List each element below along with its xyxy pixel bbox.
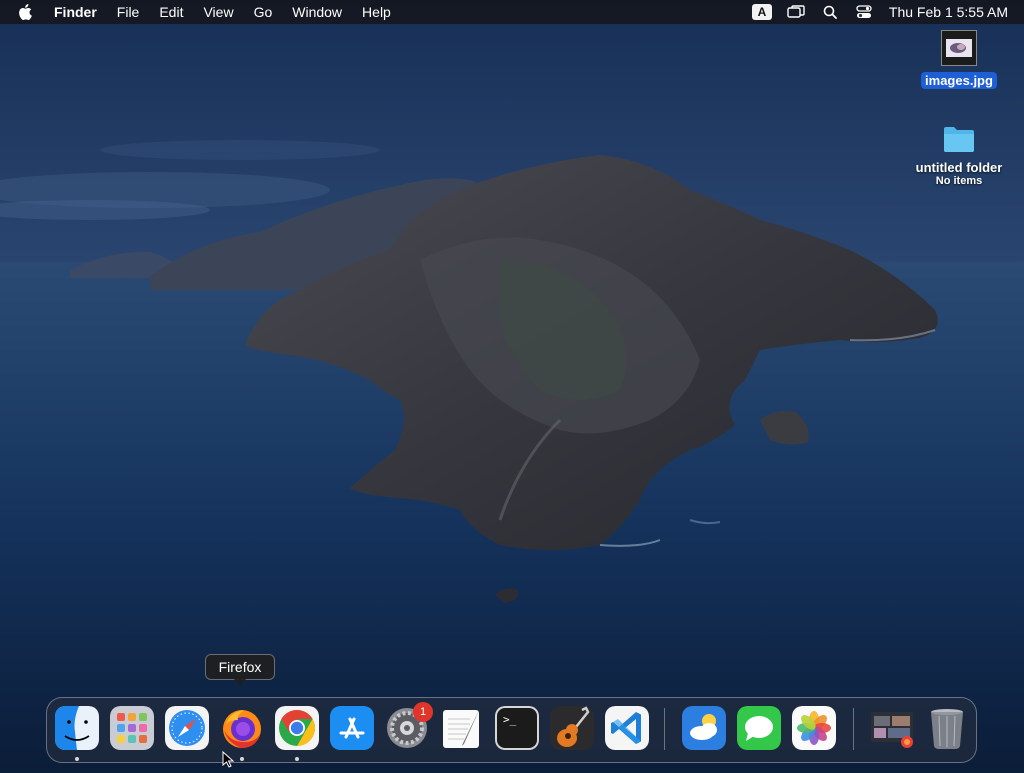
weather-icon[interactable] [682, 706, 726, 750]
downloads-stack-icon[interactable] [870, 706, 914, 750]
trash-icon[interactable] [925, 706, 969, 750]
finder-icon[interactable] [55, 706, 99, 750]
control-center-icon[interactable] [853, 3, 875, 21]
screen-mirroring-icon[interactable] [785, 3, 807, 21]
app-store-icon[interactable] [330, 706, 374, 750]
dock-tooltip: Firefox [205, 654, 275, 686]
mouse-cursor-icon [222, 750, 236, 768]
running-indicator [75, 757, 79, 761]
desktop-folder-label: untitled folder [915, 160, 1003, 175]
input-source-label: A [751, 4, 772, 20]
menu-bar-clock[interactable]: Thu Feb 1 5:55 AM [889, 4, 1008, 20]
desktop-file-label: images.jpg [921, 72, 997, 89]
menu-file[interactable]: File [107, 0, 150, 24]
running-indicator [295, 757, 299, 761]
folder-icon [942, 124, 976, 154]
desktop-file-images-jpg[interactable]: images.jpg [904, 30, 1014, 90]
safari-icon[interactable] [165, 706, 209, 750]
menu-go[interactable]: Go [244, 0, 283, 24]
dock: 1 >_ [46, 697, 977, 763]
spotlight-search-icon[interactable] [819, 3, 841, 21]
menu-edit[interactable]: Edit [149, 0, 193, 24]
photos-icon[interactable] [792, 706, 836, 750]
chrome-icon[interactable] [275, 706, 319, 750]
image-thumbnail-icon [941, 30, 977, 66]
apple-icon[interactable] [16, 2, 36, 22]
desktop-folder-sublabel: No items [935, 175, 983, 187]
menu-bar: Finder File Edit View Go Window Help A T… [0, 0, 1024, 24]
terminal-prompt: >_ [503, 713, 517, 726]
input-source-icon[interactable]: A [751, 3, 773, 21]
vscode-icon[interactable] [605, 706, 649, 750]
dock-separator [853, 708, 854, 750]
dock-separator [664, 708, 665, 750]
terminal-icon[interactable]: >_ [495, 706, 539, 750]
messages-icon[interactable] [737, 706, 781, 750]
desktop-wallpaper [0, 0, 1024, 768]
desktop-folder-untitled[interactable]: untitled folder No items [904, 124, 1014, 187]
menu-view[interactable]: View [193, 0, 243, 24]
menu-help[interactable]: Help [352, 0, 401, 24]
launchpad-icon[interactable] [110, 706, 154, 750]
textedit-icon[interactable] [440, 706, 484, 750]
menu-app-finder[interactable]: Finder [50, 0, 107, 24]
garageband-icon[interactable] [550, 706, 594, 750]
firefox-icon[interactable] [220, 706, 264, 750]
menu-window[interactable]: Window [282, 0, 352, 24]
notification-badge: 1 [413, 702, 433, 722]
running-indicator [240, 757, 244, 761]
